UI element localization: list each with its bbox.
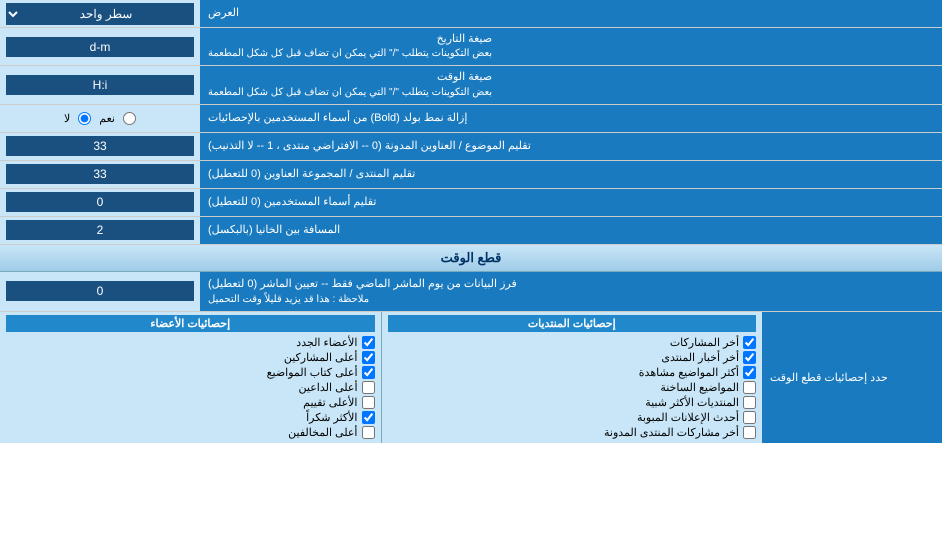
- control-cutoff-data: [0, 272, 200, 311]
- main-container: العرض سطر واحد صيغة التاريخ بعض التكوينا…: [0, 0, 942, 443]
- checkbox-member-2: أعلى كتاب المواضيع: [6, 365, 375, 380]
- input-space[interactable]: [6, 220, 194, 240]
- label-cutoff-main: فرز البيانات من يوم الماشر الماضي فقط --…: [208, 277, 517, 292]
- checkbox-item-2: أكثر المواضيع مشاهدة: [388, 365, 757, 380]
- checkbox-akhir-musharakat-muntada[interactable]: [743, 426, 756, 439]
- checkbox-akhir-musharkaat[interactable]: [743, 336, 756, 349]
- checkbox-aala-taqyim[interactable]: [362, 396, 375, 409]
- checkbox-member-0: الأعضاء الجدد: [6, 335, 375, 350]
- radio-label-no: لا: [64, 112, 70, 125]
- checkbox-member-6: أعلى المخالفين: [6, 425, 375, 440]
- row-forum-count: تقليم المنتدى / المجموعة العناوين (0 للت…: [0, 161, 942, 189]
- radio-label-yes: نعم: [99, 112, 115, 125]
- checkbox-member-label-0: الأعضاء الجدد: [296, 336, 357, 349]
- control-bold: نعم لا: [0, 105, 200, 132]
- control-space: [0, 217, 200, 244]
- checkbox-label-4: المنتديات الأكثر شبية: [645, 396, 739, 409]
- stats-col-forums-title: إحصائيات المنتديات: [388, 315, 757, 332]
- checkbox-member-3: أعلى الداعين: [6, 380, 375, 395]
- row-date-format: صيغة التاريخ بعض التكوينات يتطلب "/" الت…: [0, 28, 942, 66]
- row-user-count: تقليم أسماء المستخدمين (0 للتعطيل): [0, 189, 942, 217]
- checkbox-item-1: أخر أخبار المنتدى: [388, 350, 757, 365]
- checkbox-member-label-3: أعلى الداعين: [299, 381, 358, 394]
- radio-bold-yes[interactable]: [123, 112, 136, 125]
- checkbox-label-6: أخر مشاركات المنتدى المدونة: [604, 426, 739, 439]
- radio-group-bold: نعم لا: [56, 110, 144, 127]
- control-time-format: [0, 66, 200, 103]
- checkbox-akthar-mushahada[interactable]: [743, 366, 756, 379]
- input-time-format[interactable]: [6, 75, 194, 95]
- label-space: المسافة بين الخانيا (بالبكسل): [200, 217, 942, 244]
- checkbox-label-5: أحدث الإعلانات المبوبة: [637, 411, 739, 424]
- section-cutoff-header: قطع الوقت: [0, 245, 942, 272]
- label-time-format: صيغة الوقت بعض التكوينات يتطلب "/" التي …: [200, 66, 942, 103]
- label-cutoff-note: ملاحظة : هذا قد يزيد قليلاً وقت التحميل: [208, 293, 369, 307]
- control-user-count: [0, 189, 200, 216]
- input-user-count[interactable]: [6, 192, 194, 212]
- control-forum-count: [0, 161, 200, 188]
- control-topic-count: [0, 133, 200, 160]
- checkbox-item-6: أخر مشاركات المنتدى المدونة: [388, 425, 757, 440]
- label-user-count: تقليم أسماء المستخدمين (0 للتعطيل): [200, 189, 942, 216]
- checkbox-label-2: أكثر المواضيع مشاهدة: [639, 366, 739, 379]
- stats-col-members-title: إحصائيات الأعضاء: [6, 315, 375, 332]
- checkbox-member-4: الأعلى تقييم: [6, 395, 375, 410]
- checkbox-member-label-4: الأعلى تقييم: [303, 396, 357, 409]
- checkbox-akhbar-muntada[interactable]: [743, 351, 756, 364]
- col-divider: [381, 312, 382, 443]
- select-ard[interactable]: سطر واحد: [6, 3, 194, 25]
- control-ard: سطر واحد: [0, 0, 200, 27]
- row-cutoff-data: فرز البيانات من يوم الماشر الماضي فقط --…: [0, 272, 942, 312]
- checkbox-member-5: الأكثر شكراً: [6, 410, 375, 425]
- input-forum-count[interactable]: [6, 164, 194, 184]
- checkbox-aala-mukhaalifeen[interactable]: [362, 426, 375, 439]
- label-forum-count: تقليم المنتدى / المجموعة العناوين (0 للت…: [200, 161, 942, 188]
- checkbox-mawadee3-sakha[interactable]: [743, 381, 756, 394]
- row-space: المسافة بين الخانيا (بالبكسل): [0, 217, 942, 245]
- stats-columns-wrapper: إحصائيات المنتديات أخر المشاركات أخر أخب…: [0, 312, 762, 443]
- input-date-format[interactable]: [6, 37, 194, 57]
- label-topic-count: تقليم الموضوع / العناوين المدونة (0 -- ا…: [200, 133, 942, 160]
- label-bold: إزالة نمط بولد (Bold) من أسماء المستخدمي…: [200, 105, 942, 132]
- label-date-format: صيغة التاريخ بعض التكوينات يتطلب "/" الت…: [200, 28, 942, 65]
- checkbox-member-label-2: أعلى كتاب المواضيع: [267, 366, 358, 379]
- checkbox-ahdath-ilanat[interactable]: [743, 411, 756, 424]
- checkbox-label-3: المواضيع الساخنة: [660, 381, 739, 394]
- row-ard: العرض سطر واحد: [0, 0, 942, 28]
- checkbox-aala-kottab[interactable]: [362, 366, 375, 379]
- checkbox-member-label-6: أعلى المخالفين: [288, 426, 357, 439]
- row-topic-count: تقليم الموضوع / العناوين المدونة (0 -- ا…: [0, 133, 942, 161]
- checkbox-item-5: أحدث الإعلانات المبوبة: [388, 410, 757, 425]
- label-cutoff-data: فرز البيانات من يوم الماشر الماضي فقط --…: [200, 272, 942, 311]
- checkbox-item-4: المنتديات الأكثر شبية: [388, 395, 757, 410]
- stats-area: حدد إحصائيات قطع الوقت إحصائيات المنتديا…: [0, 312, 942, 443]
- checkbox-akthar-shabiya[interactable]: [743, 396, 756, 409]
- checkbox-akthar-shukran[interactable]: [362, 411, 375, 424]
- input-topic-count[interactable]: [6, 136, 194, 156]
- checkbox-member-label-1: أعلى المشاركين: [284, 351, 358, 364]
- checkbox-label-1: أخر أخبار المنتدى: [661, 351, 739, 364]
- checkbox-label-0: أخر المشاركات: [670, 336, 739, 349]
- checkbox-member-1: أعلى المشاركين: [6, 350, 375, 365]
- checkbox-adadaa-judud[interactable]: [362, 336, 375, 349]
- stats-col-members: إحصائيات الأعضاء الأعضاء الجدد أعلى المش…: [0, 312, 381, 443]
- checkbox-item-3: المواضيع الساخنة: [388, 380, 757, 395]
- checkbox-member-label-5: الأكثر شكراً: [306, 411, 357, 424]
- checkbox-aala-musharkeen[interactable]: [362, 351, 375, 364]
- stats-col-forums: إحصائيات المنتديات أخر المشاركات أخر أخب…: [382, 312, 763, 443]
- stats-right-label: حدد إحصائيات قطع الوقت: [762, 312, 942, 443]
- label-ard: العرض: [200, 0, 942, 27]
- row-bold: إزالة نمط بولد (Bold) من أسماء المستخدمي…: [0, 105, 942, 133]
- radio-bold-no[interactable]: [78, 112, 91, 125]
- checkbox-aala-daaeen[interactable]: [362, 381, 375, 394]
- checkbox-item-0: أخر المشاركات: [388, 335, 757, 350]
- control-date-format: [0, 28, 200, 65]
- row-time-format: صيغة الوقت بعض التكوينات يتطلب "/" التي …: [0, 66, 942, 104]
- input-cutoff-data[interactable]: [6, 281, 194, 301]
